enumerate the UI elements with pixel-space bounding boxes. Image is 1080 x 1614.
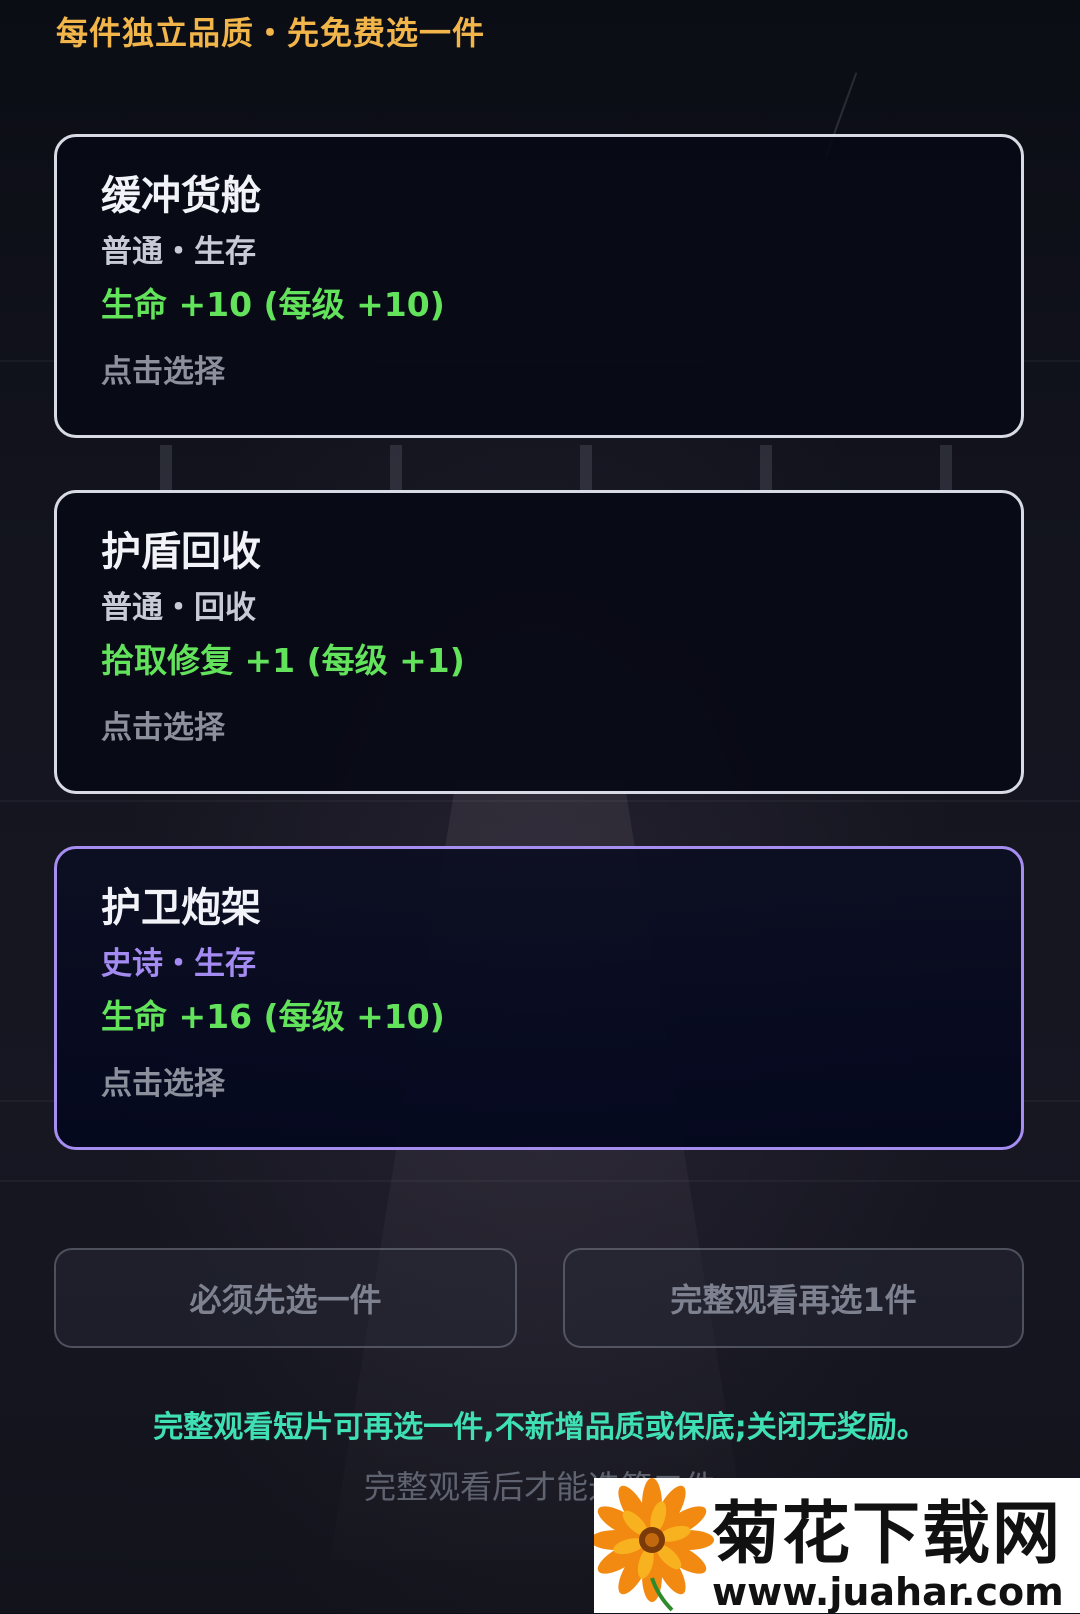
card-rarity-category: 普通・回收 <box>101 590 256 626</box>
card-stat: 拾取修复 +1 (每级 +1) <box>101 641 465 680</box>
card-stat: 生命 +16 (每级 +10) <box>101 997 445 1036</box>
site-watermark: 菊花下载网 www.juahar.com <box>594 1478 1080 1614</box>
watermark-url: www.juahar.com <box>712 1570 1064 1614</box>
card-rarity-category: 史诗・生存 <box>101 946 256 982</box>
reward-info-note: 完整观看短片可再选一件,不新增品质或保底;关闭无奖励。 <box>153 1410 927 1445</box>
watermark-title: 菊花下载网 <box>712 1495 1063 1574</box>
card-rarity-category: 普通・生存 <box>101 234 256 270</box>
upgrade-card-shield-recycle[interactable]: 护盾回收 普通・回收 拾取修复 +1 (每级 +1) 点击选择 <box>54 490 1024 794</box>
flower-logo-icon <box>594 1478 714 1612</box>
upgrade-card-guard-turret[interactable]: 护卫炮架 史诗・生存 生命 +16 (每级 +10) 点击选择 <box>54 846 1024 1150</box>
card-select-hint: 点击选择 <box>101 710 225 746</box>
card-select-hint: 点击选择 <box>101 1066 225 1102</box>
upgrade-card-buffer-cargo[interactable]: 缓冲货舱 普通・生存 生命 +10 (每级 +10) 点击选择 <box>54 134 1024 438</box>
card-title: 缓冲货舱 <box>101 173 261 219</box>
must-select-first-button[interactable]: 必须先选一件 <box>54 1248 517 1348</box>
bg-stripe <box>0 1180 1080 1182</box>
bg-stripe <box>0 800 1080 802</box>
bg-pillar <box>760 445 772 490</box>
card-stat: 生命 +10 (每级 +10) <box>101 285 445 324</box>
bg-pillar <box>580 445 592 490</box>
card-select-hint: 点击选择 <box>101 354 225 390</box>
page-header: 每件独立品质・先免费选一件 <box>56 14 486 52</box>
bg-pillar <box>160 445 172 490</box>
bg-pillar <box>940 445 952 490</box>
watch-and-select-button[interactable]: 完整观看再选1件 <box>563 1248 1024 1348</box>
bg-pillar <box>390 445 402 490</box>
card-title: 护卫炮架 <box>101 885 261 931</box>
card-title: 护盾回收 <box>101 529 261 575</box>
